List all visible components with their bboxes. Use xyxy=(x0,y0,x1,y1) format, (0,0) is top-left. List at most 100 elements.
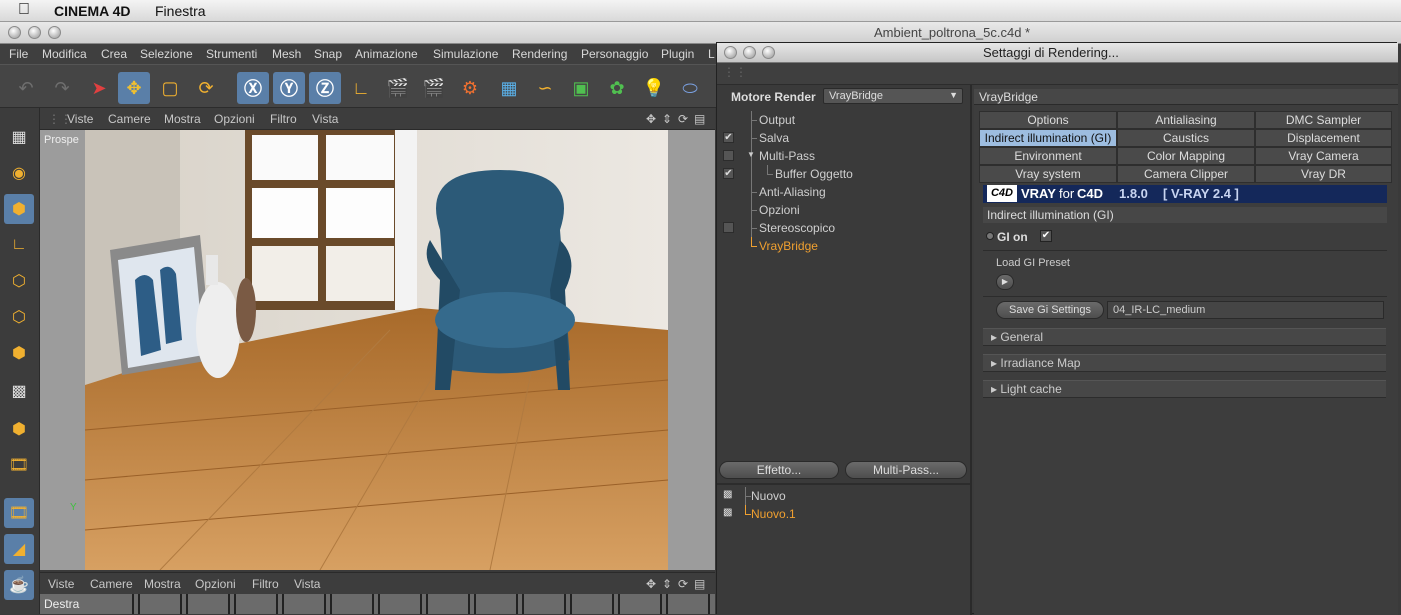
bottom-maximize-view-icon[interactable]: ▤ xyxy=(694,577,705,591)
menu-selezione[interactable]: Selezione xyxy=(140,47,193,61)
workplane-icon[interactable]: ◉ xyxy=(4,158,34,188)
coordinate-system-icon[interactable]: ∟ xyxy=(345,72,377,104)
tree-item-anti-aliasing[interactable]: Anti-Aliasing xyxy=(717,183,970,201)
rs-minimize-button[interactable] xyxy=(743,46,756,59)
rotate-tool-icon[interactable]: ⟳ xyxy=(190,72,222,104)
tab-vray-camera[interactable]: Vray Camera xyxy=(1255,147,1392,165)
save-gi-settings-button[interactable]: Save Gi Settings xyxy=(996,301,1104,319)
tree-item-salva[interactable]: ✔ Salva xyxy=(717,129,970,147)
renderer-dropdown[interactable]: VrayBridge ▼ xyxy=(823,88,963,104)
save-gi-filename-field[interactable]: 04_IR-LC_medium xyxy=(1107,301,1384,319)
menu-animazione[interactable]: Animazione xyxy=(355,47,418,61)
menu-plugin[interactable]: Plugin xyxy=(661,47,694,61)
tree-item-opzioni[interactable]: Opzioni xyxy=(717,201,970,219)
stereoscopico-checkbox[interactable] xyxy=(723,222,734,233)
tree-item-stereoscopico[interactable]: Stereoscopico xyxy=(717,219,970,237)
move-view-icon[interactable]: ✥ xyxy=(646,112,656,126)
rotate-view-icon[interactable]: ⟳ xyxy=(678,112,688,126)
render-settings-icon[interactable]: ⚙ xyxy=(454,72,486,104)
bottom-move-view-icon[interactable]: ✥ xyxy=(646,577,656,591)
tab-indirect-illumination[interactable]: Indirect illumination (GI) xyxy=(979,129,1117,147)
x-axis-lock-icon[interactable]: Ⓧ xyxy=(237,72,269,104)
menu-crea[interactable]: Crea xyxy=(101,47,127,61)
axis-mode-icon[interactable]: ∟ xyxy=(4,230,34,260)
tweak-icon[interactable]: ◢ xyxy=(4,534,34,564)
scale-tool-icon[interactable]: ▢ xyxy=(154,72,186,104)
right-viewport[interactable]: Destra xyxy=(40,594,715,614)
light-icon[interactable]: 💡 xyxy=(638,72,670,104)
tree-item-vraybridge[interactable]: VrayBridge xyxy=(717,237,970,255)
viewport-menu-mostra[interactable]: Mostra xyxy=(164,112,201,126)
zoom-window-button[interactable] xyxy=(48,26,61,39)
tab-options[interactable]: Options xyxy=(979,111,1117,129)
tab-color-mapping[interactable]: Color Mapping xyxy=(1117,147,1255,165)
menu-file[interactable]: File xyxy=(9,47,28,61)
move-tool-icon[interactable]: ✥ xyxy=(118,72,150,104)
viewport-menu-opzioni[interactable]: Opzioni xyxy=(214,112,255,126)
viewport-menu-filtro[interactable]: Filtro xyxy=(270,112,297,126)
section-general[interactable]: ▸ General xyxy=(983,328,1386,346)
viewport-menu-viste[interactable]: Viste xyxy=(67,112,93,126)
z-axis-lock-icon[interactable]: Ⓩ xyxy=(309,72,341,104)
layout-icon[interactable]: ▦ xyxy=(4,122,34,152)
tab-environment[interactable]: Environment xyxy=(979,147,1117,165)
menu-mesh[interactable]: Mesh xyxy=(272,47,301,61)
edges-mode-icon[interactable]: ⬡ xyxy=(4,302,34,332)
zoom-view-icon[interactable]: ⇕ xyxy=(662,112,672,126)
render-view-icon[interactable]: 🎬 xyxy=(382,72,414,104)
menu-l[interactable]: L xyxy=(708,47,715,61)
close-window-button[interactable] xyxy=(8,26,21,39)
app-name-menu[interactable]: CINEMA 4D xyxy=(54,3,131,19)
model-mode-icon[interactable]: ⬢ xyxy=(4,194,34,224)
render-picture-viewer-icon[interactable]: 🎬 xyxy=(418,72,450,104)
nurbs-icon[interactable]: ▣ xyxy=(565,72,597,104)
tab-caustics[interactable]: Caustics xyxy=(1117,129,1255,147)
multipass-checkbox[interactable] xyxy=(723,150,734,161)
tab-vray-dr[interactable]: Vray DR xyxy=(1255,165,1392,183)
perspective-viewport[interactable]: Prospe Y xyxy=(40,130,715,570)
paint-icon[interactable]: ☕ xyxy=(4,570,34,600)
buffer-oggetto-checkbox[interactable]: ✔ xyxy=(723,168,734,179)
apple-icon[interactable]:  xyxy=(18,1,30,19)
section-irradiance-map[interactable]: ▸ Irradiance Map xyxy=(983,354,1386,372)
preset-nuovo[interactable]: ▩ Nuovo xyxy=(717,487,970,505)
bottom-rotate-view-icon[interactable]: ⟳ xyxy=(678,577,688,591)
load-gi-preset-button[interactable]: ▶ xyxy=(996,274,1014,290)
bottom-menu-mostra[interactable]: Mostra xyxy=(144,577,181,591)
bottom-menu-filtro[interactable]: Filtro xyxy=(252,577,279,591)
menu-personaggio[interactable]: Personaggio xyxy=(581,47,648,61)
points-mode-icon[interactable]: ⬡ xyxy=(4,266,34,296)
bottom-menu-camere[interactable]: Camere xyxy=(90,577,133,591)
menu-simulazione[interactable]: Simulazione xyxy=(433,47,498,61)
deformer-icon[interactable]: ⬭ xyxy=(674,72,706,104)
window-menu[interactable]: Finestra xyxy=(155,3,206,19)
tab-camera-clipper[interactable]: Camera Clipper xyxy=(1117,165,1255,183)
viewport-menu-vista[interactable]: Vista xyxy=(312,112,338,126)
tab-vray-system[interactable]: Vray system xyxy=(979,165,1117,183)
rs-zoom-button[interactable] xyxy=(762,46,775,59)
section-light-cache[interactable]: ▸ Light cache xyxy=(983,380,1386,398)
bottom-zoom-view-icon[interactable]: ⇕ xyxy=(662,577,672,591)
array-icon[interactable]: ✿ xyxy=(601,72,633,104)
menu-strumenti[interactable]: Strumenti xyxy=(206,47,257,61)
live-selection-icon[interactable]: ➤ xyxy=(83,72,115,104)
timeline-icon[interactable]: 🎞 xyxy=(4,498,34,528)
undo-icon[interactable]: ↶ xyxy=(10,72,42,104)
expand-triangle-icon[interactable]: ▼ xyxy=(747,150,755,159)
tab-displacement[interactable]: Displacement xyxy=(1255,129,1392,147)
gi-on-checkbox[interactable]: ✔ xyxy=(1040,230,1052,242)
y-axis-lock-icon[interactable]: Ⓨ xyxy=(273,72,305,104)
gi-on-keyframe-icon[interactable] xyxy=(986,232,994,240)
salva-checkbox[interactable]: ✔ xyxy=(723,132,734,143)
tree-item-buffer-oggetto[interactable]: ✔ Buffer Oggetto xyxy=(717,165,970,183)
bottom-menu-vista[interactable]: Vista xyxy=(294,577,320,591)
bottom-menu-viste[interactable]: Viste xyxy=(48,577,74,591)
bottom-menu-opzioni[interactable]: Opzioni xyxy=(195,577,236,591)
minimize-window-button[interactable] xyxy=(28,26,41,39)
tree-item-multipass[interactable]: ▼ Multi-Pass xyxy=(717,147,970,165)
redo-icon[interactable]: ↷ xyxy=(46,72,78,104)
tab-antialiasing[interactable]: Antialiasing xyxy=(1117,111,1255,129)
tree-item-output[interactable]: Output xyxy=(717,111,970,129)
viewport-menu-camere[interactable]: Camere xyxy=(108,112,151,126)
preset-nuovo-1[interactable]: ▩ Nuovo.1 xyxy=(717,505,970,523)
